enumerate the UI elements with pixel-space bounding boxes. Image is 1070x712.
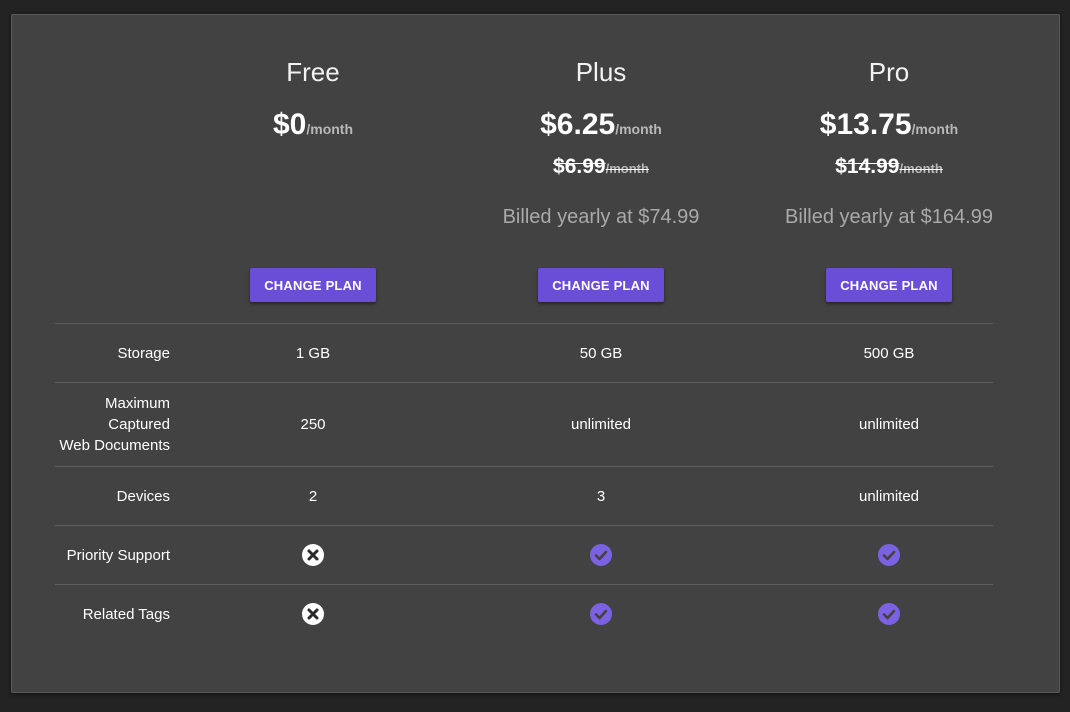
original-price-amount: $14.99 (835, 155, 900, 178)
feature-value-plus (457, 585, 745, 643)
plan-pro: Pro $13.75/month $14.99/month Billed yea… (745, 15, 1033, 323)
feature-label: Storage (117, 344, 170, 362)
feature-row-devices: Devices 2 3 unlimited (55, 466, 993, 525)
plan-name: Free (286, 57, 340, 87)
price-amount: $13.75 (819, 108, 912, 141)
check-circle-icon (589, 543, 613, 567)
feature-value-free (169, 585, 457, 643)
original-price-amount: $6.99 (553, 155, 606, 178)
feature-label-line: Captured (108, 416, 170, 433)
feature-label: Devices (116, 487, 170, 505)
feature-value-free: 1 GB (295, 344, 331, 362)
plan-price: $13.75/month (745, 107, 1033, 148)
feature-row-related-tags: Related Tags (55, 584, 993, 643)
feature-value-pro (745, 526, 1033, 584)
price-amount: $6.25 (540, 108, 616, 141)
feature-value-plus: unlimited (570, 416, 632, 433)
plan-price: $6.25/month (457, 107, 745, 148)
feature-row-storage: Storage 1 GB 50 GB 500 GB (55, 323, 993, 382)
feature-label: Related Tags (82, 605, 170, 623)
pricing-card: Free $0/month CHANGE PLAN Plus $6.25/mon… (11, 14, 1060, 693)
price-amount: $0 (272, 108, 307, 141)
feature-label: Maximum Captured Web Documents (55, 383, 170, 466)
feature-value-pro: unlimited (858, 487, 920, 505)
feature-value-plus (457, 526, 745, 584)
price-period: /month (306, 121, 354, 137)
change-plan-button-plus[interactable]: CHANGE PLAN (538, 268, 664, 302)
change-plan-button-free[interactable]: CHANGE PLAN (250, 268, 376, 302)
feature-value-free (169, 526, 457, 584)
feature-value-free: 2 (308, 487, 318, 505)
billing-note: Billed yearly at $164.99 (785, 206, 993, 228)
change-plan-button-pro[interactable]: CHANGE PLAN (826, 268, 952, 302)
feature-value-pro (745, 585, 1033, 643)
check-circle-icon (877, 543, 901, 567)
feature-row-max-documents: Maximum Captured Web Documents 250 unlim… (55, 382, 993, 466)
price-period: /month (911, 121, 959, 137)
feature-value-plus: 3 (596, 487, 606, 505)
price-period: /month (615, 121, 662, 137)
feature-value-pro: unlimited (858, 416, 920, 433)
feature-label: Priority Support (66, 546, 170, 564)
feature-value-free: 250 (300, 416, 326, 433)
feature-table: Storage 1 GB 50 GB 500 GB Maximum Captur… (55, 323, 993, 643)
check-circle-icon (589, 602, 613, 626)
original-price: $6.99/month (457, 154, 745, 182)
plan-price: $0/month (169, 107, 457, 148)
x-circle-icon (301, 543, 325, 567)
plan-free: Free $0/month CHANGE PLAN (169, 15, 457, 323)
x-circle-icon (301, 602, 325, 626)
plan-name: Plus (575, 57, 627, 87)
feature-row-priority-support: Priority Support (55, 525, 993, 584)
check-circle-icon (877, 602, 901, 626)
original-price: $14.99/month (745, 154, 1033, 182)
plan-name: Pro (868, 57, 910, 87)
feature-value-plus: 50 GB (579, 344, 623, 362)
feature-value-pro: 500 GB (863, 344, 915, 362)
original-price-period: /month (899, 161, 943, 176)
feature-label-line: Maximum (104, 395, 170, 412)
original-price-period: /month (605, 161, 649, 176)
billing-note: Billed yearly at $74.99 (502, 206, 700, 228)
plan-plus: Plus $6.25/month $6.99/month Billed year… (457, 15, 745, 323)
feature-label-line: Web Documents (59, 437, 170, 454)
